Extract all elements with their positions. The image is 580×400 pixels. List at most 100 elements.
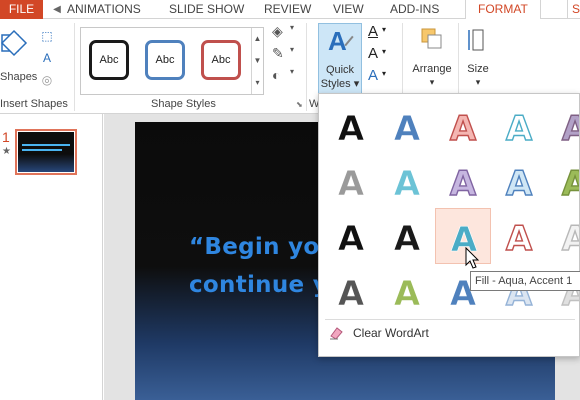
wordart-letter-icon: A bbox=[394, 219, 422, 260]
wordart-style-black-reflection[interactable]: A bbox=[379, 208, 435, 264]
svg-text:A: A bbox=[450, 109, 477, 149]
tab-slide-show[interactable]: SLIDE SHOW bbox=[169, 0, 244, 19]
tab-view[interactable]: VIEW bbox=[333, 0, 364, 19]
wordart-letter-icon: A bbox=[394, 109, 422, 150]
wordart-style-aqua-fill[interactable]: A bbox=[435, 208, 491, 264]
shape-fill-icon[interactable]: ◈ bbox=[272, 23, 283, 40]
text-fill-icon[interactable]: A bbox=[368, 23, 378, 40]
svg-text:A: A bbox=[506, 219, 533, 259]
tab-review[interactable]: REVIEW bbox=[264, 0, 311, 19]
tab-next[interactable]: Si bbox=[567, 0, 580, 19]
svg-text:A: A bbox=[394, 219, 421, 259]
tab-add-ins[interactable]: ADD-INS bbox=[390, 0, 439, 19]
dropdown-arrow-icon[interactable]: ▾ bbox=[290, 45, 294, 54]
shape-style-thumbnail[interactable]: Abc bbox=[201, 40, 241, 80]
wordart-style-silver-outline[interactable]: A bbox=[547, 208, 580, 264]
file-tab[interactable]: FILE bbox=[0, 0, 43, 19]
wordart-style-blue-fill[interactable]: A bbox=[379, 98, 435, 154]
svg-text:A: A bbox=[338, 274, 365, 314]
wordart-style-purple-fill[interactable]: A bbox=[547, 98, 580, 154]
gallery-more-icon[interactable]: ▾ bbox=[252, 72, 263, 94]
wordart-style-striped-gray[interactable]: A bbox=[323, 263, 379, 319]
wordart-style-black-fill[interactable]: A bbox=[323, 98, 379, 154]
clear-wordart-button[interactable]: Clear WordArt bbox=[325, 322, 575, 346]
arrange-button[interactable]: Arrange ▾ bbox=[409, 23, 455, 95]
shapes-button[interactable]: Shapes bbox=[0, 27, 38, 87]
svg-text:A: A bbox=[338, 109, 365, 149]
wordart-style-black-shadow[interactable]: A bbox=[323, 208, 379, 264]
dialog-launcher-icon[interactable]: ⬊ bbox=[296, 100, 303, 109]
wordart-letter-icon: A bbox=[561, 108, 580, 149]
arrange-dropdown-icon: ▾ bbox=[429, 77, 435, 87]
arrange-label: Arrange bbox=[412, 63, 452, 75]
dropdown-arrow-icon[interactable]: ▾ bbox=[290, 67, 294, 76]
gallery-down-icon[interactable]: ▼ bbox=[252, 50, 263, 72]
text-outline-icon[interactable]: A bbox=[368, 45, 378, 62]
slide-number: 1 bbox=[2, 129, 10, 145]
wordart-styles-dropdown: AAAAAAAAAAAAAAAAAAAA Clear WordArt bbox=[318, 93, 580, 357]
text-effects-icon[interactable]: A bbox=[368, 67, 378, 84]
wordart-style-green-gradient[interactable]: A bbox=[547, 153, 580, 209]
slide-thumbnail[interactable] bbox=[15, 129, 77, 175]
tab-animations[interactable]: ANIMATIONS bbox=[67, 0, 141, 19]
wordart-style-lavender-fill[interactable]: A bbox=[435, 153, 491, 209]
svg-text:A: A bbox=[394, 274, 421, 314]
dropdown-divider bbox=[325, 319, 575, 320]
text-box-icon[interactable]: A bbox=[38, 49, 56, 67]
edit-shape-icon[interactable]: ⬚ bbox=[38, 27, 56, 45]
wordart-style-aqua-outline[interactable]: A bbox=[491, 98, 547, 154]
dropdown-arrow-icon[interactable]: ▾ bbox=[290, 23, 294, 32]
ribbon-tabbar: FILE ◀ ANIMATIONS SLIDE SHOW REVIEW VIEW… bbox=[0, 0, 580, 20]
wordart-letter-icon: A bbox=[338, 109, 366, 150]
wordart-letter-icon: A bbox=[338, 164, 366, 205]
animation-star-icon: ★ bbox=[2, 146, 11, 157]
tab-format[interactable]: FORMAT bbox=[465, 0, 541, 20]
wordart-style-light-blue-outline[interactable]: A bbox=[491, 153, 547, 209]
shape-styles-gallery: Abc Abc Abc ▲ ▼ ▾ bbox=[80, 27, 264, 95]
eraser-icon bbox=[330, 327, 343, 340]
merge-shapes-icon[interactable]: ◎ bbox=[38, 71, 56, 89]
wordart-letter-icon: A bbox=[394, 164, 422, 205]
wordart-style-aqua-gradient[interactable]: A bbox=[379, 153, 435, 209]
quick-styles-icon: A bbox=[328, 26, 347, 56]
dropdown-arrow-icon[interactable]: ▾ bbox=[382, 69, 386, 78]
shape-effects-icon[interactable]: ◐ bbox=[272, 67, 280, 83]
size-button[interactable]: Size ▾ bbox=[462, 23, 494, 95]
style-tooltip: Fill - Aqua, Accent 1 bbox=[470, 271, 580, 291]
svg-text:A: A bbox=[562, 109, 580, 149]
quick-styles-button[interactable]: A Quick Styles ▾ bbox=[318, 23, 362, 95]
wordart-letter-icon: A bbox=[394, 274, 422, 315]
wordart-style-red-outline[interactable]: A bbox=[491, 208, 547, 264]
size-icon bbox=[468, 29, 484, 51]
dropdown-arrow-icon[interactable]: ▾ bbox=[382, 47, 386, 56]
svg-text:A: A bbox=[338, 164, 365, 204]
tab-scroll-left-icon[interactable]: ◀ bbox=[49, 0, 65, 19]
slide-thumbnails-pane: 1 ★ bbox=[0, 114, 103, 400]
group-divider bbox=[306, 23, 307, 111]
wordart-letter-icon: A bbox=[561, 218, 580, 259]
svg-text:A: A bbox=[394, 164, 421, 204]
svg-text:A: A bbox=[506, 164, 533, 204]
wordart-style-red-outline-fill[interactable]: A bbox=[435, 98, 491, 154]
shape-style-thumbnail[interactable]: Abc bbox=[89, 40, 129, 80]
wordart-letter-icon: A bbox=[449, 108, 477, 149]
svg-text:A: A bbox=[506, 109, 533, 149]
size-label: Size bbox=[467, 63, 489, 75]
wordart-letter-icon: A bbox=[505, 218, 533, 259]
wordart-letter-icon: A bbox=[449, 163, 477, 204]
wordart-letter-icon: A bbox=[561, 163, 580, 204]
dropdown-arrow-icon[interactable]: ▾ bbox=[382, 25, 386, 34]
wordart-style-striped-green[interactable]: A bbox=[379, 263, 435, 319]
gallery-up-icon[interactable]: ▲ bbox=[252, 28, 263, 50]
gallery-scrollbar[interactable]: ▲ ▼ ▾ bbox=[251, 28, 263, 94]
wordart-style-gray-gradient[interactable]: A bbox=[323, 153, 379, 209]
shapes-label: Shapes bbox=[0, 71, 38, 83]
mouse-cursor-icon bbox=[465, 247, 480, 269]
svg-text:A: A bbox=[562, 164, 580, 204]
shape-style-thumbnail[interactable]: Abc bbox=[145, 40, 185, 80]
wordart-letter-icon: A bbox=[338, 219, 366, 260]
svg-text:A: A bbox=[562, 219, 580, 259]
wordart-letter-icon: A bbox=[505, 163, 533, 204]
shape-styles-group-label: Shape Styles bbox=[151, 98, 216, 110]
shape-outline-icon[interactable]: ✎ bbox=[272, 45, 284, 62]
